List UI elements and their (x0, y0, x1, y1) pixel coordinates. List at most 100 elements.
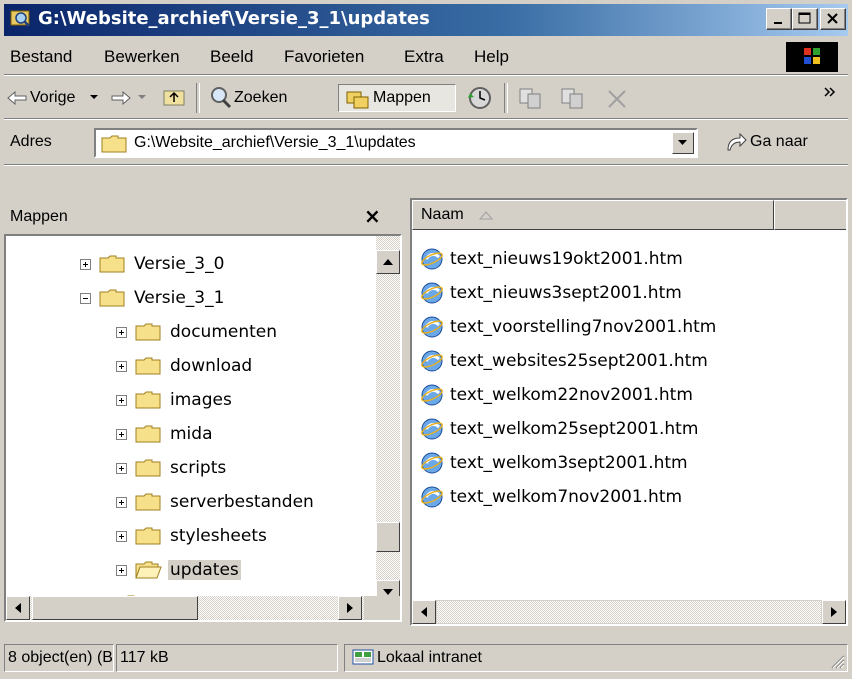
folder-icon (135, 425, 161, 443)
menu-favorieten[interactable]: Favorieten (284, 47, 364, 67)
history-button[interactable] (464, 84, 496, 112)
expand-icon[interactable] (116, 429, 127, 440)
chevron-down-icon (678, 140, 687, 145)
back-dropdown-icon[interactable] (90, 95, 100, 101)
expand-icon[interactable] (116, 463, 127, 474)
scroll-thumb-horizontal[interactable] (32, 596, 198, 620)
file-list-horizontal-scrollbar[interactable] (412, 600, 846, 624)
open-folder-icon (135, 561, 162, 579)
ie-document-icon (421, 486, 443, 508)
folders-pane: Mappen × Versie_3_0 Versie_3_1 documente… (4, 198, 402, 626)
folders-pane-header: Mappen × (4, 198, 402, 234)
close-button[interactable] (820, 8, 846, 30)
title-bar[interactable]: G:\Website_archief\Versie_3_1\updates (4, 4, 848, 36)
expand-icon[interactable] (116, 395, 127, 406)
status-size: 117 kB (116, 644, 338, 672)
expand-icon[interactable] (116, 565, 127, 576)
menu-beeld[interactable]: Beeld (210, 47, 253, 67)
folder-icon (135, 357, 161, 375)
ie-document-icon (421, 452, 443, 474)
search-button[interactable]: Zoeken (208, 84, 328, 112)
move-to-button[interactable] (516, 84, 546, 112)
forward-dropdown-icon[interactable] (138, 95, 148, 101)
folder-tree-vertical-scrollbar[interactable] (376, 236, 400, 604)
folders-pane-title: Mappen (10, 208, 68, 225)
intranet-zone-icon (352, 649, 374, 665)
chevron-right-icon (824, 87, 836, 97)
scroll-thumb[interactable] (376, 522, 400, 552)
scroll-up-arrow-icon (383, 259, 393, 265)
file-list-pane[interactable]: Naam text_nieuws19okt2001.htm text_nieuw… (410, 198, 848, 626)
address-value: G:\Website_archief\Versie_3_1\updates (134, 134, 416, 151)
maximize-button[interactable] (792, 8, 818, 30)
up-folder-button[interactable] (160, 84, 190, 112)
expand-icon[interactable] (116, 361, 127, 372)
scroll-right-arrow-icon (347, 603, 353, 613)
window-title: G:\Website_archief\Versie_3_1\updates (38, 8, 430, 29)
tree-item-label: Versie_3_0 (134, 254, 225, 274)
forward-arrow-icon[interactable] (110, 91, 132, 105)
folder-tree[interactable]: Versie_3_0 Versie_3_1 documenten downloa… (4, 234, 402, 622)
menu-bar: Bestand Bewerken Beeld Favorieten Extra … (4, 40, 848, 75)
address-input[interactable]: G:\Website_archief\Versie_3_1\updates (94, 128, 698, 158)
file-name: text_welkom25sept2001.htm (450, 419, 699, 439)
folder-up-icon (163, 90, 185, 106)
back-button[interactable]: Vorige (6, 84, 156, 112)
menu-bewerken[interactable]: Bewerken (104, 47, 180, 67)
address-dropdown-button[interactable] (672, 132, 694, 154)
menu-extra[interactable]: Extra (404, 47, 444, 67)
column-header-name[interactable]: Naam (412, 200, 774, 230)
expand-icon[interactable] (80, 259, 91, 270)
toolbar-overflow-button[interactable] (822, 84, 842, 112)
status-object-count: 8 object(en) (Bes (4, 644, 114, 672)
scroll-right-button[interactable] (822, 600, 846, 624)
folder-icon (135, 493, 161, 511)
move-to-icon (519, 88, 541, 109)
status-bar: 8 object(en) (Bes 117 kB Lokaal intranet (4, 640, 848, 674)
scroll-track[interactable] (436, 600, 822, 624)
ie-document-icon (421, 350, 443, 372)
address-bar: Adres G:\Website_archief\Versie_3_1\upda… (4, 122, 848, 165)
expand-icon[interactable] (116, 327, 127, 338)
toolbar-separator (196, 83, 200, 113)
minimize-button[interactable] (766, 8, 792, 30)
scroll-left-button[interactable] (412, 600, 436, 624)
expand-icon[interactable] (116, 497, 127, 508)
menu-bestand[interactable]: Bestand (10, 47, 72, 67)
delete-button[interactable] (602, 84, 632, 112)
tree-item-label: stylesheets (170, 526, 267, 546)
resize-grip-icon[interactable] (829, 653, 845, 669)
file-name: text_welkom22nov2001.htm (450, 385, 693, 405)
collapse-icon[interactable] (80, 293, 91, 304)
scroll-right-button[interactable] (338, 596, 362, 620)
file-name: text_voorstelling7nov2001.htm (450, 317, 717, 337)
file-name: text_nieuws3sept2001.htm (450, 283, 682, 303)
search-magnifier-icon (211, 87, 232, 109)
explorer-window: G:\Website_archief\Versie_3_1\updates Be… (0, 0, 852, 679)
windows-flag-icon (804, 48, 820, 64)
status-zone: Lokaal intranet (344, 644, 848, 672)
column-header-name-label: Naam (421, 206, 464, 223)
file-name: text_welkom7nov2001.htm (450, 487, 683, 507)
windows-logo (786, 42, 838, 72)
back-arrow-icon (7, 91, 27, 105)
menu-help[interactable]: Help (474, 47, 509, 67)
scroll-left-button[interactable] (6, 596, 30, 620)
maximize-icon (798, 12, 811, 24)
ie-document-icon (421, 282, 443, 304)
status-size-text: 117 kB (120, 649, 169, 666)
copy-to-button[interactable] (558, 84, 588, 112)
folder-icon (101, 135, 127, 153)
expand-icon[interactable] (116, 531, 127, 542)
scroll-up-button[interactable] (376, 250, 400, 274)
folder-icon (135, 391, 161, 409)
ie-document-icon (421, 384, 443, 406)
folders-button[interactable]: Mappen (338, 84, 456, 112)
ie-document-icon (421, 418, 443, 440)
toolbar-separator (504, 83, 508, 113)
folders-pane-close-icon[interactable]: × (364, 204, 381, 228)
file-list-header: Naam (412, 200, 846, 230)
folder-tree-horizontal-scrollbar[interactable] (6, 596, 400, 620)
tree-item-label: serverbestanden (170, 492, 314, 512)
column-header-empty[interactable] (774, 200, 846, 230)
